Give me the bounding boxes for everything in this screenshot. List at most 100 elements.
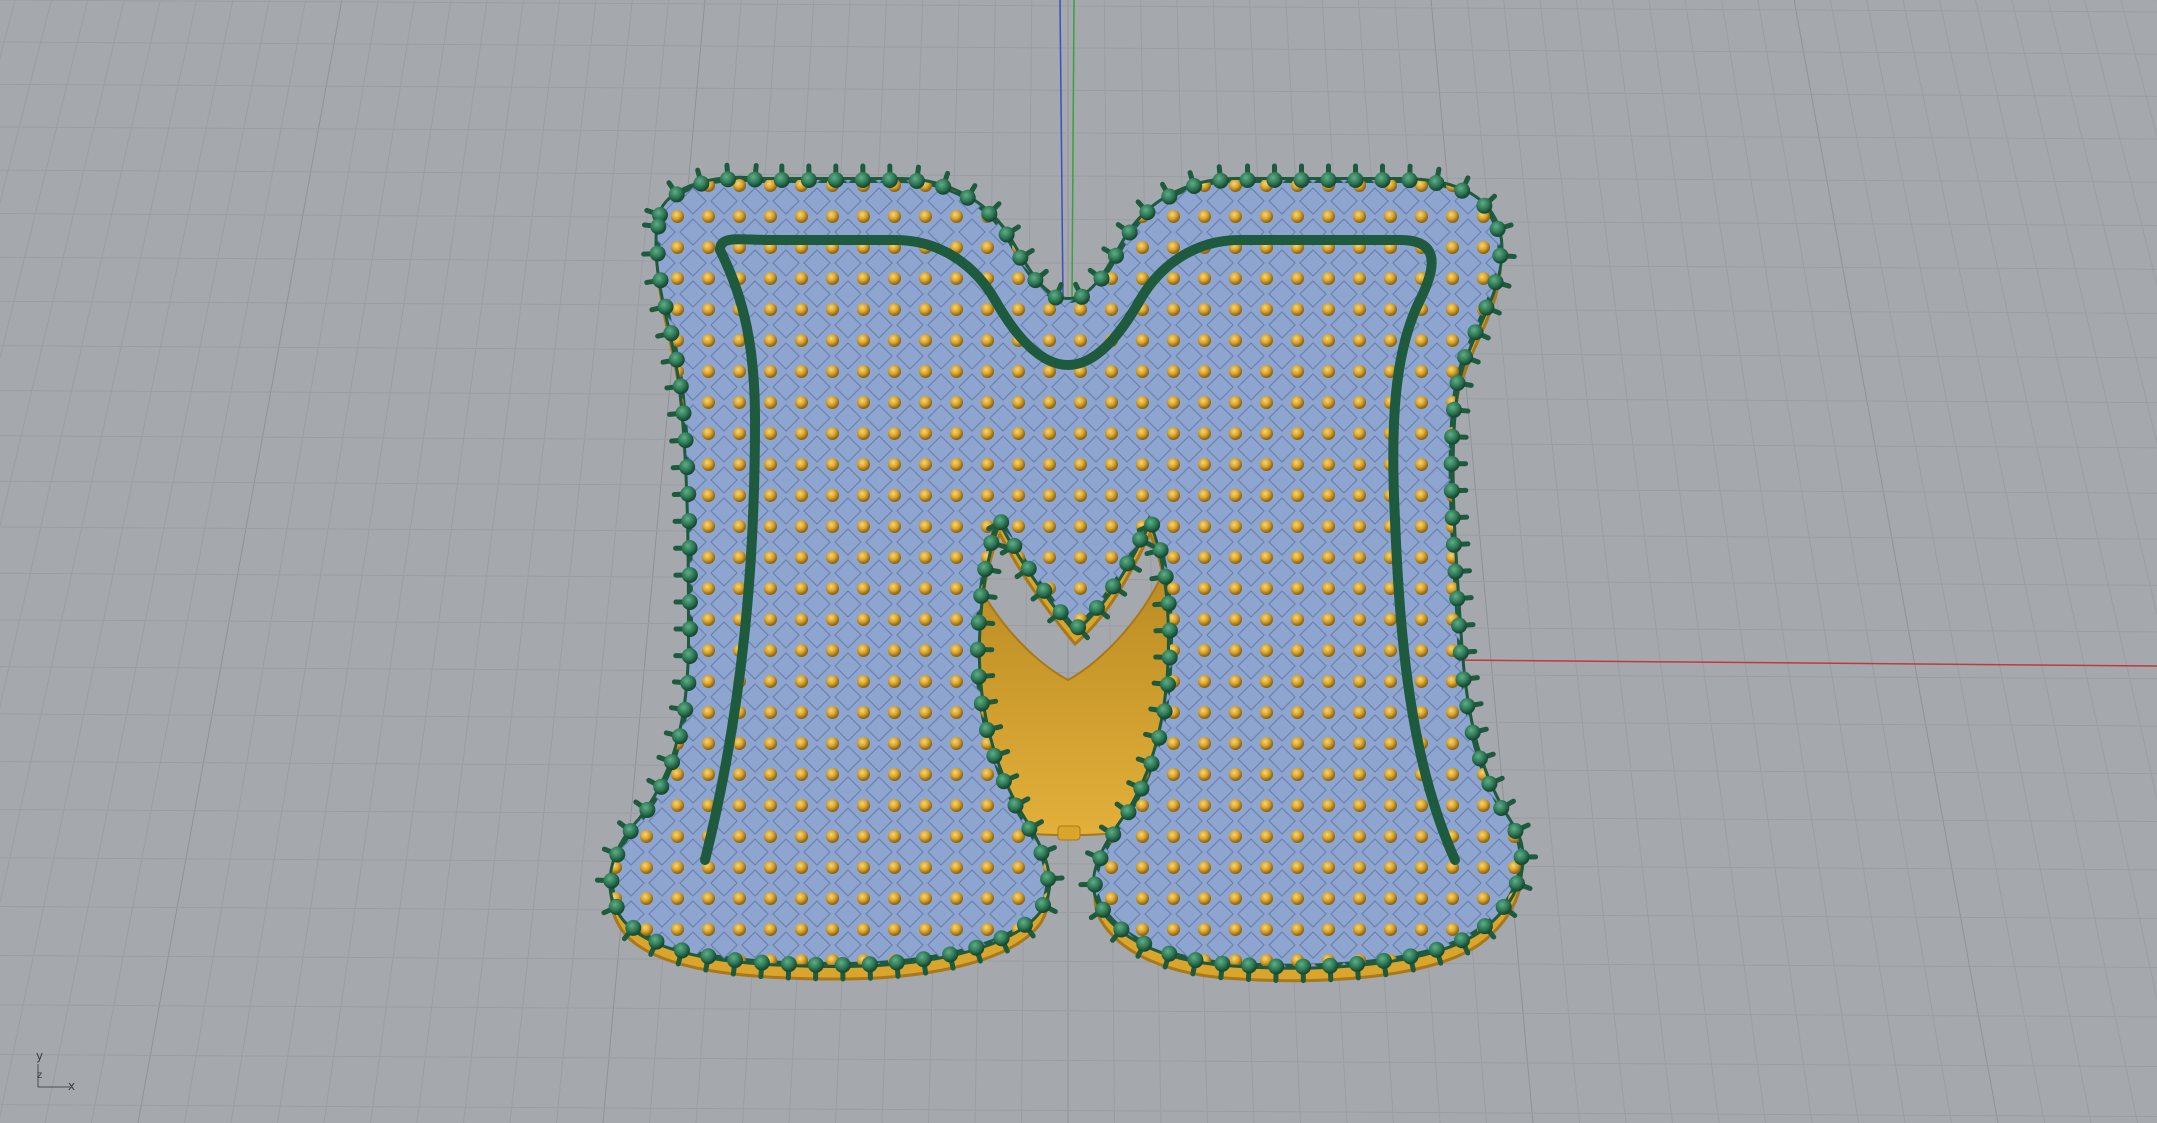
lattice-node <box>950 303 963 316</box>
lattice-node <box>888 427 901 440</box>
lattice-node <box>1198 520 1211 533</box>
viewport-canvas[interactable] <box>0 0 2157 1123</box>
lattice-node <box>857 365 870 378</box>
lattice-node <box>795 768 808 781</box>
rim-bead <box>675 405 692 422</box>
lattice-node <box>1260 706 1273 719</box>
lattice-node <box>1167 551 1180 564</box>
lattice-node <box>671 830 684 843</box>
lattice-node <box>764 644 777 657</box>
lattice-node <box>733 489 746 502</box>
rim-bead <box>1120 804 1137 821</box>
rim-bead <box>1471 750 1488 767</box>
lattice-node <box>1322 551 1335 564</box>
lattice-node <box>1322 427 1335 440</box>
rim-bead <box>995 773 1012 790</box>
lattice-node <box>1012 861 1025 874</box>
lattice-node <box>1229 706 1242 719</box>
lattice-node <box>1477 799 1490 812</box>
lattice-node <box>857 923 870 936</box>
lattice-node <box>1198 489 1211 502</box>
lattice-node <box>1260 489 1273 502</box>
rim-bead <box>973 695 990 712</box>
lattice-node <box>1291 520 1304 533</box>
rim-bead <box>1160 676 1177 693</box>
lattice-node <box>919 334 932 347</box>
lattice-node <box>702 706 715 719</box>
lattice-node <box>1322 396 1335 409</box>
lattice-node <box>857 489 870 502</box>
lattice-node <box>1198 427 1211 440</box>
lattice-node <box>702 303 715 316</box>
lattice-node <box>1446 737 1459 750</box>
lattice-node <box>795 489 808 502</box>
lattice-node <box>702 241 715 254</box>
rim-bead <box>1293 172 1310 188</box>
lattice-node <box>888 551 901 564</box>
rim-bead <box>834 956 851 973</box>
lattice-node <box>1291 210 1304 223</box>
lattice-node <box>826 644 839 657</box>
lattice-node <box>888 737 901 750</box>
rim-bead <box>959 189 976 206</box>
lattice-node <box>1198 396 1211 409</box>
lattice-node <box>1136 334 1149 347</box>
lattice-node <box>1105 861 1118 874</box>
rim-bead <box>881 172 898 188</box>
lattice-node <box>857 799 870 812</box>
lattice-node <box>1136 861 1149 874</box>
lattice-node <box>826 675 839 688</box>
rim-bead <box>942 946 959 963</box>
rim-bead <box>1214 955 1231 972</box>
lattice-node <box>1229 427 1242 440</box>
lattice-node <box>1260 520 1273 533</box>
rim-bead <box>1451 617 1468 634</box>
lattice-node <box>888 272 901 285</box>
lattice-node <box>764 768 777 781</box>
lattice-node <box>981 861 994 874</box>
lattice-node <box>1198 892 1211 905</box>
rim-bead <box>1152 542 1169 559</box>
lattice-node <box>795 210 808 223</box>
lattice-node <box>950 489 963 502</box>
rim-bead <box>680 674 697 691</box>
lattice-node <box>950 427 963 440</box>
lattice-node <box>1167 799 1180 812</box>
lattice-node <box>826 520 839 533</box>
rim-bead <box>1094 901 1111 918</box>
lattice-node <box>919 210 932 223</box>
rhino-viewport[interactable]: y z x <box>0 0 2157 1123</box>
lattice-node <box>919 892 932 905</box>
rim-bead <box>1347 172 1364 188</box>
lattice-node <box>1384 892 1397 905</box>
lattice-node <box>826 768 839 781</box>
lattice-node <box>702 272 715 285</box>
rim-bead <box>1070 619 1087 636</box>
rim-bead <box>970 614 987 631</box>
lattice-node <box>1260 799 1273 812</box>
lattice-node <box>1353 737 1366 750</box>
lattice-node <box>795 644 808 657</box>
rim-bead <box>622 823 639 840</box>
lattice-node <box>702 334 715 347</box>
lattice-node <box>1384 272 1397 285</box>
lattice-node <box>702 365 715 378</box>
rim-bead <box>998 226 1015 243</box>
lattice-node <box>1260 272 1273 285</box>
rim-bead <box>681 621 698 638</box>
rim-bead <box>1481 775 1498 792</box>
lattice-node <box>1167 520 1180 533</box>
lattice-node <box>1012 427 1025 440</box>
rim-bead <box>993 514 1010 531</box>
rim-bead <box>1107 247 1124 264</box>
rim-bead <box>671 728 688 745</box>
lattice-node <box>671 210 684 223</box>
lattice-node <box>733 892 746 905</box>
lattice-node <box>950 458 963 471</box>
lattice-node <box>1167 427 1180 440</box>
lattice-node <box>1353 458 1366 471</box>
lattice-node <box>950 613 963 626</box>
lattice-node <box>919 706 932 719</box>
rim-bead <box>1445 401 1462 418</box>
lattice-node <box>826 396 839 409</box>
